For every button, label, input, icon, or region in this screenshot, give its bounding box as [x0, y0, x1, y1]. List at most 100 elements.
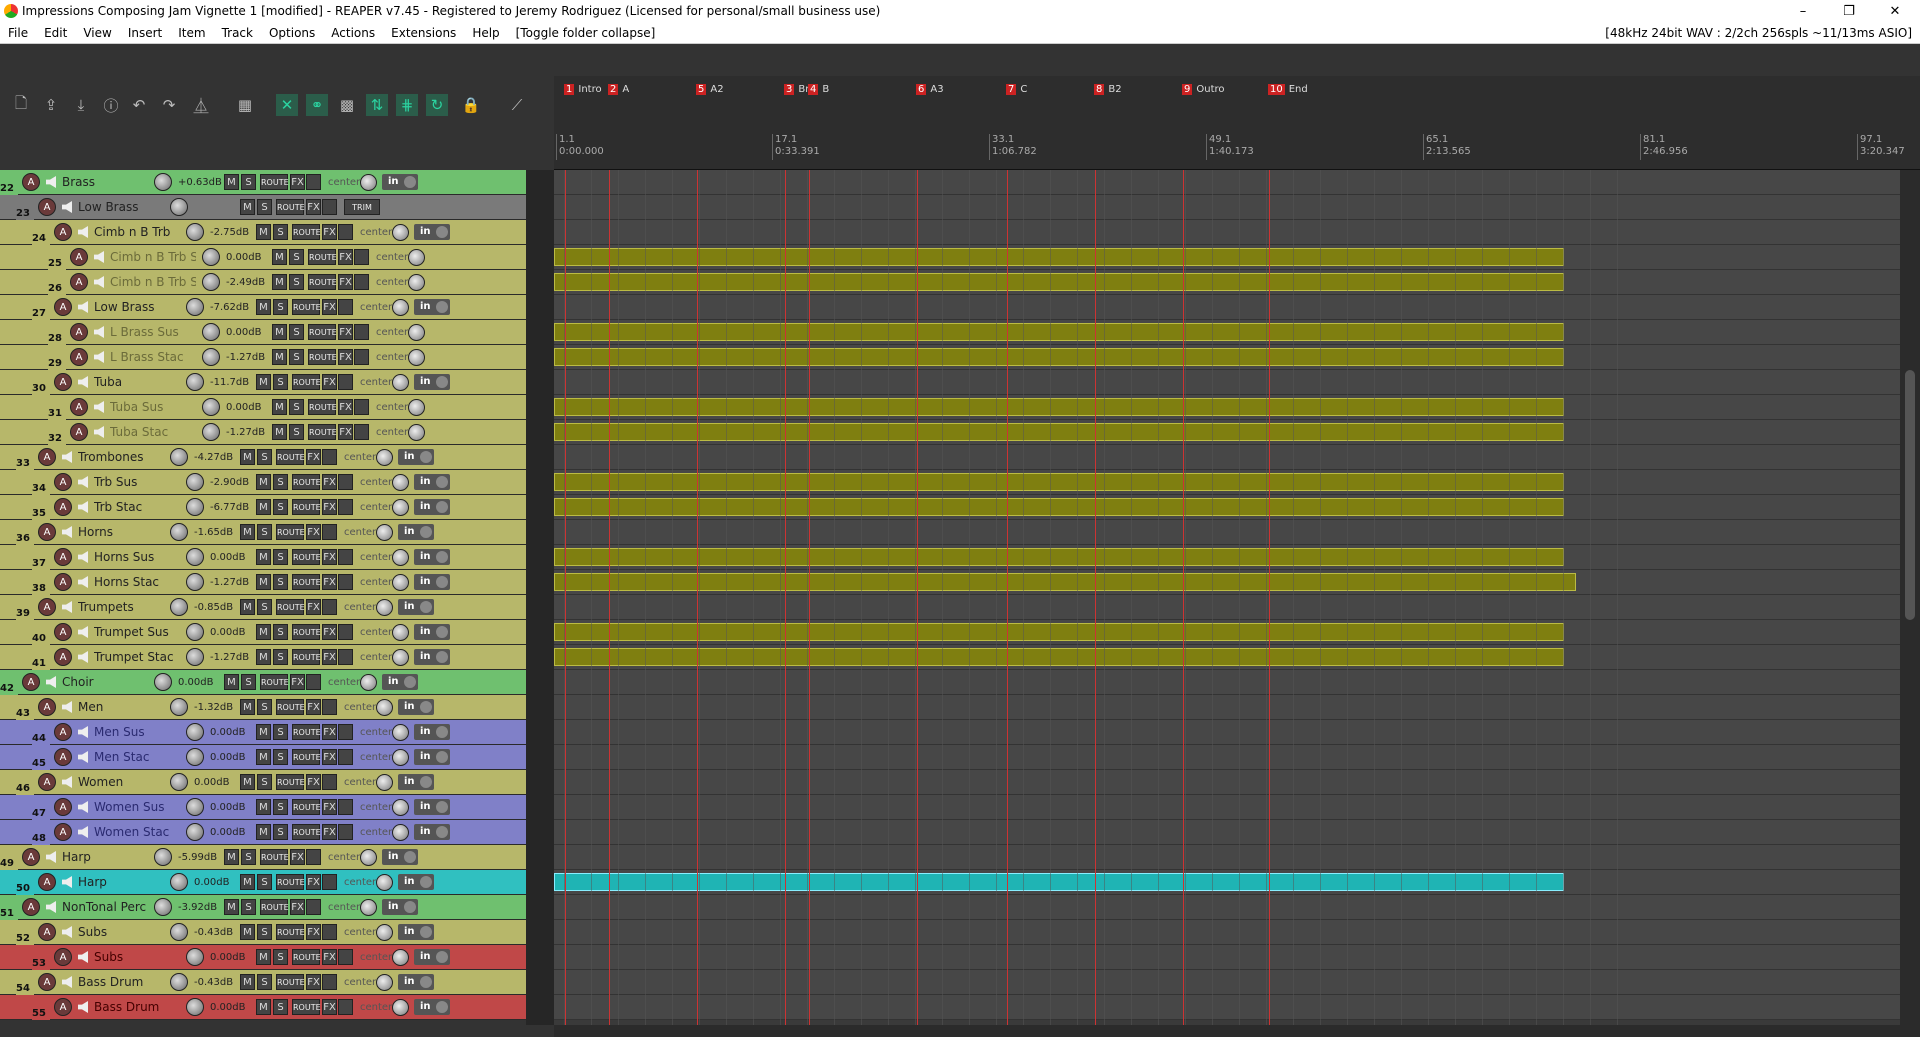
- mute-button[interactable]: M: [240, 924, 255, 940]
- solo-button[interactable]: S: [273, 499, 288, 515]
- grid-lines-icon[interactable]: ⋕: [396, 94, 418, 116]
- track-lane-30[interactable]: [554, 370, 1900, 395]
- track-name[interactable]: Trumpets: [78, 600, 164, 614]
- track-lane-22[interactable]: [554, 170, 1900, 195]
- fx-bypass-button[interactable]: [306, 849, 321, 865]
- track-lane-29[interactable]: [554, 345, 1900, 370]
- input-button[interactable]: in: [414, 999, 450, 1015]
- track-row-54[interactable]: 54 A Bass Drum -0.43dB M S ROUTE FX center in: [0, 970, 526, 995]
- fx-bypass-button[interactable]: [322, 774, 337, 790]
- record-arm-button[interactable]: A: [54, 548, 72, 566]
- menu-track[interactable]: Track: [214, 26, 261, 40]
- volume-knob[interactable]: [186, 823, 204, 841]
- input-dropdown-icon[interactable]: [436, 751, 448, 763]
- record-arm-button[interactable]: A: [38, 973, 56, 991]
- track-name[interactable]: Women: [78, 775, 164, 789]
- fx-button[interactable]: FX: [322, 549, 337, 565]
- track-name[interactable]: Horns Sus: [94, 550, 180, 564]
- mute-button[interactable]: M: [256, 549, 271, 565]
- input-dropdown-icon[interactable]: [420, 876, 432, 888]
- menu-options[interactable]: Options: [261, 26, 323, 40]
- input-dropdown-icon[interactable]: [420, 526, 432, 538]
- media-item[interactable]: [554, 423, 1564, 441]
- track-lane-46[interactable]: [554, 770, 1900, 795]
- route-button[interactable]: ROUTE: [292, 299, 321, 315]
- pan-knob[interactable]: [392, 799, 409, 816]
- audio-status[interactable]: [48kHz 24bit WAV : 2/2ch 256spls ~11/13m…: [1605, 26, 1912, 40]
- media-item[interactable]: [554, 498, 1564, 516]
- mute-button[interactable]: M: [256, 724, 271, 740]
- fx-button[interactable]: FX: [322, 624, 337, 640]
- track-name[interactable]: Choir: [62, 675, 148, 689]
- track-row-45[interactable]: 45 A Men Stac 0.00dB M S ROUTE FX center in: [0, 745, 526, 770]
- track-row-43[interactable]: 43 A Men -1.32dB M S ROUTE FX center in: [0, 695, 526, 720]
- solo-button[interactable]: S: [273, 374, 288, 390]
- track-name[interactable]: Subs: [78, 925, 164, 939]
- maximize-button[interactable]: ❐: [1826, 0, 1872, 22]
- fx-button[interactable]: FX: [322, 824, 337, 840]
- track-name[interactable]: Tuba Stac: [110, 425, 196, 439]
- fx-bypass-button[interactable]: [322, 449, 337, 465]
- input-dropdown-icon[interactable]: [436, 1001, 448, 1013]
- track-lane-52[interactable]: [554, 920, 1900, 945]
- pan-knob[interactable]: [392, 474, 409, 491]
- pan-knob[interactable]: [392, 549, 409, 566]
- route-button[interactable]: ROUTE: [292, 499, 321, 515]
- track-row-31[interactable]: 31 A Tuba Sus 0.00dB M S ROUTE FX center: [0, 395, 526, 420]
- fx-button[interactable]: FX: [338, 349, 353, 365]
- input-dropdown-icon[interactable]: [436, 651, 448, 663]
- marker-6[interactable]: 6 A3: [916, 84, 944, 98]
- fx-button[interactable]: FX: [322, 649, 337, 665]
- volume-knob[interactable]: [186, 648, 204, 666]
- route-button[interactable]: ROUTE: [276, 874, 305, 890]
- fx-button[interactable]: FX: [338, 424, 353, 440]
- volume-knob[interactable]: [202, 248, 220, 266]
- trim-button[interactable]: TRIM: [344, 199, 380, 215]
- solo-button[interactable]: S: [273, 549, 288, 565]
- track-row-38[interactable]: 38 A Horns Stac -1.27dB M S ROUTE FX center in: [0, 570, 526, 595]
- track-row-55[interactable]: 55 A Bass Drum 0.00dB M S ROUTE FX center in: [0, 995, 526, 1020]
- fx-button[interactable]: FX: [306, 449, 321, 465]
- track-lane-27[interactable]: [554, 295, 1900, 320]
- record-arm-button[interactable]: A: [54, 498, 72, 516]
- fx-button[interactable]: FX: [322, 224, 337, 240]
- solo-button[interactable]: S: [257, 874, 272, 890]
- volume-knob[interactable]: [186, 798, 204, 816]
- record-arm-button[interactable]: A: [70, 398, 88, 416]
- mute-button[interactable]: M: [256, 574, 271, 590]
- input-button[interactable]: in: [414, 724, 450, 740]
- fx-bypass-button[interactable]: [306, 899, 321, 915]
- media-item[interactable]: [554, 623, 1564, 641]
- pan-knob[interactable]: [392, 374, 409, 391]
- pan-knob[interactable]: [392, 624, 409, 641]
- pan-knob[interactable]: [360, 174, 377, 191]
- cursor-mode-icon[interactable]: ▦: [234, 94, 256, 116]
- input-dropdown-icon[interactable]: [404, 676, 416, 688]
- fx-bypass-button[interactable]: [322, 874, 337, 890]
- record-arm-button[interactable]: A: [38, 773, 56, 791]
- input-dropdown-icon[interactable]: [436, 476, 448, 488]
- fx-button[interactable]: FX: [322, 474, 337, 490]
- fx-button[interactable]: FX: [290, 174, 305, 190]
- volume-knob[interactable]: [186, 723, 204, 741]
- route-button[interactable]: ROUTE: [292, 949, 321, 965]
- input-button[interactable]: in: [382, 849, 418, 865]
- media-item[interactable]: [554, 548, 1564, 566]
- fx-button[interactable]: FX: [322, 499, 337, 515]
- solo-button[interactable]: S: [273, 724, 288, 740]
- track-lane-44[interactable]: [554, 720, 1900, 745]
- fx-bypass-button[interactable]: [338, 999, 353, 1015]
- pan-knob[interactable]: [360, 674, 377, 691]
- record-arm-button[interactable]: A: [54, 223, 72, 241]
- route-button[interactable]: ROUTE: [308, 274, 337, 290]
- mute-button[interactable]: M: [272, 324, 287, 340]
- solo-button[interactable]: S: [289, 274, 304, 290]
- track-lane-34[interactable]: [554, 470, 1900, 495]
- fx-bypass-button[interactable]: [338, 649, 353, 665]
- volume-knob[interactable]: [186, 298, 204, 316]
- track-lane-38[interactable]: [554, 570, 1900, 595]
- mute-button[interactable]: M: [272, 349, 287, 365]
- track-row-40[interactable]: 40 A Trumpet Sus 0.00dB M S ROUTE FX center in: [0, 620, 526, 645]
- input-dropdown-icon[interactable]: [436, 576, 448, 588]
- track-name[interactable]: Trombones: [78, 450, 164, 464]
